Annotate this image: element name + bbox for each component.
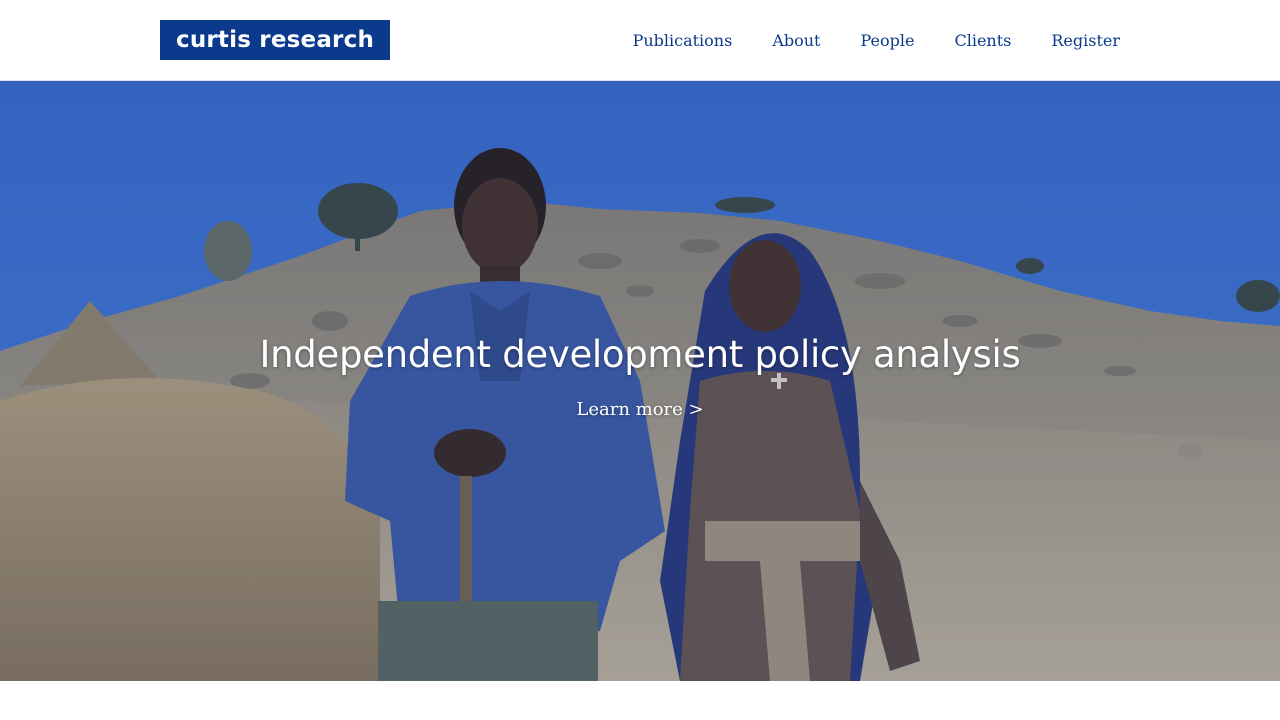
- nav-people[interactable]: People: [860, 31, 914, 50]
- learn-more-link[interactable]: Learn more >: [0, 399, 1280, 420]
- hero-tint-overlay: [0, 81, 1280, 681]
- site-logo[interactable]: curtis research: [160, 20, 390, 60]
- hero-banner: Independent development policy analysis …: [0, 81, 1280, 681]
- nav-clients[interactable]: Clients: [954, 31, 1011, 50]
- site-header: curtis research Publications About Peopl…: [0, 0, 1280, 81]
- nav-register[interactable]: Register: [1051, 31, 1120, 50]
- nav-publications[interactable]: Publications: [633, 31, 733, 50]
- nav-about[interactable]: About: [772, 31, 820, 50]
- hero-title: Independent development policy analysis: [259, 333, 1021, 376]
- main-nav: Publications About People Clients Regist…: [633, 0, 1120, 80]
